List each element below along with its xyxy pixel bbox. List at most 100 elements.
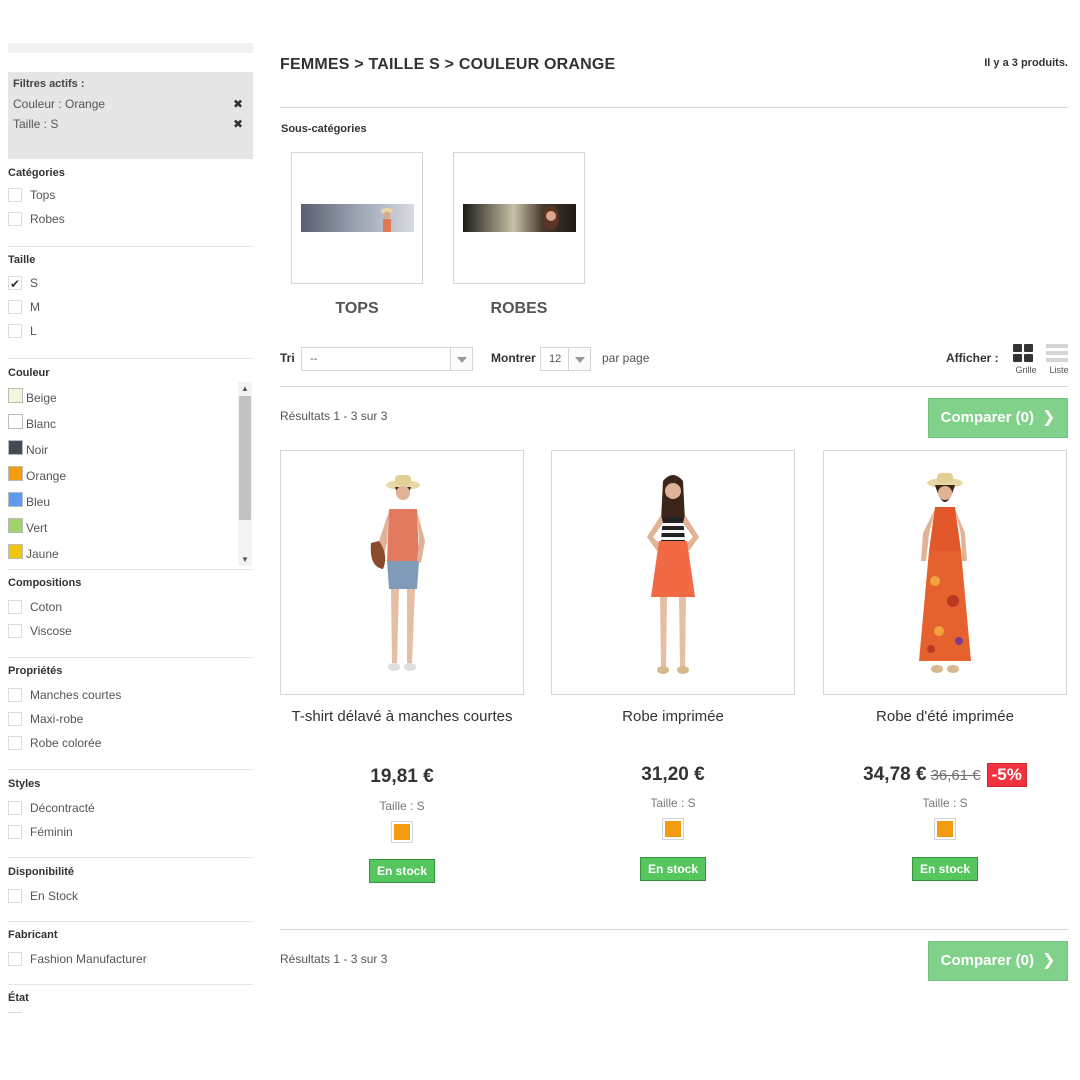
product-size: Taille : S bbox=[922, 796, 968, 810]
subcategory-name[interactable]: TOPS bbox=[291, 300, 423, 318]
filter-option-maxi-robe[interactable]: Maxi-robe bbox=[8, 710, 253, 734]
checkbox[interactable] bbox=[8, 1012, 22, 1015]
product-image[interactable] bbox=[280, 450, 524, 695]
color-option-vert[interactable]: Vert bbox=[8, 518, 253, 544]
active-filters-title: Filtres actifs : bbox=[13, 78, 85, 90]
color-swatch[interactable] bbox=[8, 414, 23, 429]
product-old-price: 36,61 € bbox=[930, 767, 981, 784]
compare-button[interactable]: Comparer (0) ❯ bbox=[928, 398, 1068, 438]
filter-group-manufacturer: Fabricant Fashion Manufacturer bbox=[8, 928, 253, 974]
filter-option-l[interactable]: L bbox=[8, 322, 253, 346]
checkbox[interactable] bbox=[8, 624, 22, 638]
subcategories-heading: Sous-catégories bbox=[281, 123, 367, 135]
color-swatch[interactable] bbox=[8, 544, 23, 559]
scroll-up-icon[interactable]: ▲ bbox=[241, 384, 249, 393]
subcategory-robes[interactable]: ROBES bbox=[453, 152, 585, 317]
checkbox[interactable] bbox=[8, 952, 22, 966]
color-option-orange[interactable]: Orange bbox=[8, 466, 253, 492]
color-swatch[interactable] bbox=[8, 492, 23, 507]
scroll-down-icon[interactable]: ▼ bbox=[241, 555, 249, 564]
product-card[interactable]: Robe imprimée 31,20 € Taille : S En stoc… bbox=[551, 450, 795, 881]
color-option-noir[interactable]: Noir bbox=[8, 440, 253, 466]
filter-group-title: Couleur bbox=[8, 367, 50, 379]
divider bbox=[280, 386, 1068, 387]
remove-filter-icon[interactable]: ✖ bbox=[233, 94, 243, 114]
product-color-swatch[interactable] bbox=[662, 818, 684, 840]
checkbox[interactable] bbox=[8, 300, 22, 314]
filter-option-coton[interactable]: Coton bbox=[8, 598, 253, 622]
color-option-bleu[interactable]: Bleu bbox=[8, 492, 253, 518]
grid-view-label[interactable]: Grille bbox=[1009, 365, 1043, 375]
filter-option-fashion-manufacturer[interactable]: Fashion Manufacturer bbox=[8, 950, 253, 974]
checkbox[interactable] bbox=[8, 736, 22, 750]
color-label: Jaune bbox=[26, 547, 59, 561]
filter-option-robes[interactable]: Robes bbox=[8, 210, 253, 234]
filter-option-robe-coloree[interactable]: Robe colorée bbox=[8, 734, 253, 758]
filter-option-m[interactable]: M bbox=[8, 298, 253, 322]
sort-select[interactable]: -- bbox=[301, 347, 473, 371]
product-card[interactable]: Robe d'été imprimée 34,78 €36,61 € -5% Ta… bbox=[823, 450, 1067, 881]
filter-option-tops[interactable]: Tops bbox=[8, 186, 253, 210]
list-icon-bar bbox=[1046, 358, 1068, 362]
filter-option-decontracte[interactable]: Décontracté bbox=[8, 799, 253, 823]
product-image[interactable] bbox=[551, 450, 795, 695]
product-name[interactable]: Robe d'été imprimée bbox=[823, 706, 1067, 727]
grid-view-button[interactable]: Grille bbox=[1013, 344, 1039, 375]
filter-group-title: Fabricant bbox=[8, 929, 58, 941]
color-label: Bleu bbox=[26, 495, 51, 509]
filter-option-s[interactable]: S bbox=[8, 274, 253, 298]
filter-option-feminin[interactable]: Féminin bbox=[8, 823, 253, 847]
scrollbar-thumb[interactable] bbox=[239, 396, 251, 520]
color-list-scrollbar[interactable]: ▲ ▼ bbox=[238, 382, 252, 566]
product-name[interactable]: Robe imprimée bbox=[551, 706, 795, 727]
product-name[interactable]: T-shirt délavé à manches courtes bbox=[280, 706, 524, 727]
color-option-blanc[interactable]: Blanc bbox=[8, 414, 253, 440]
filter-option-label: Féminin bbox=[30, 825, 73, 839]
active-filter-color: Couleur : Orange ✖ bbox=[13, 94, 248, 114]
product-card[interactable]: T-shirt délavé à manches courtes 19,81 €… bbox=[280, 450, 524, 883]
per-page-select[interactable]: 12 bbox=[540, 347, 591, 371]
checkbox[interactable] bbox=[8, 801, 22, 815]
checkbox[interactable] bbox=[8, 212, 22, 226]
color-label: Blanc bbox=[26, 417, 57, 431]
filter-option-en-stock[interactable]: En Stock bbox=[8, 887, 253, 911]
checkbox[interactable] bbox=[8, 188, 22, 202]
results-count: Résultats 1 - 3 sur 3 bbox=[280, 409, 388, 423]
checkbox[interactable] bbox=[8, 712, 22, 726]
subcategory-thumbnail[interactable] bbox=[291, 152, 423, 284]
filter-option-label: Robe colorée bbox=[30, 736, 102, 750]
product-color-swatch[interactable] bbox=[391, 821, 413, 843]
subcategory-thumbnail[interactable] bbox=[453, 152, 585, 284]
filter-group-condition: État bbox=[8, 991, 253, 1013]
checkbox-checked[interactable] bbox=[8, 275, 22, 293]
filter-group-title: État bbox=[8, 992, 29, 1004]
checkbox[interactable] bbox=[8, 600, 22, 614]
subcategory-tops[interactable]: TOPS bbox=[291, 152, 423, 317]
color-swatch[interactable] bbox=[8, 440, 23, 455]
filter-option-manches-courtes[interactable]: Manches courtes bbox=[8, 686, 253, 710]
color-swatch[interactable] bbox=[8, 388, 23, 403]
compare-button-bottom[interactable]: Comparer (0) ❯ bbox=[928, 941, 1068, 981]
color-swatch[interactable] bbox=[8, 466, 23, 481]
checkbox[interactable] bbox=[8, 324, 22, 338]
product-color-swatch[interactable] bbox=[934, 818, 956, 840]
color-swatch[interactable] bbox=[8, 518, 23, 533]
color-option-beige[interactable]: Beige bbox=[8, 388, 253, 414]
list-view-button[interactable]: Liste bbox=[1046, 344, 1072, 375]
checkbox[interactable] bbox=[8, 688, 22, 702]
checkbox[interactable] bbox=[8, 825, 22, 839]
product-size: Taille : S bbox=[379, 799, 425, 813]
chevron-right-icon: ❯ bbox=[1041, 409, 1056, 426]
product-image[interactable] bbox=[823, 450, 1067, 695]
remove-filter-icon[interactable]: ✖ bbox=[233, 114, 243, 134]
product-price: 19,81 € bbox=[370, 766, 434, 787]
filter-group-color: Couleur Beige Blanc Noir Orange Bleu Ver… bbox=[8, 366, 253, 578]
list-view-label[interactable]: Liste bbox=[1042, 365, 1076, 375]
chevron-down-icon[interactable] bbox=[568, 348, 590, 370]
color-label: Vert bbox=[26, 521, 48, 535]
subcategory-name[interactable]: ROBES bbox=[453, 300, 585, 318]
color-option-jaune[interactable]: Jaune bbox=[8, 544, 253, 570]
chevron-down-icon[interactable] bbox=[450, 348, 472, 370]
filter-option-viscose[interactable]: Viscose bbox=[8, 622, 253, 646]
checkbox[interactable] bbox=[8, 889, 22, 903]
